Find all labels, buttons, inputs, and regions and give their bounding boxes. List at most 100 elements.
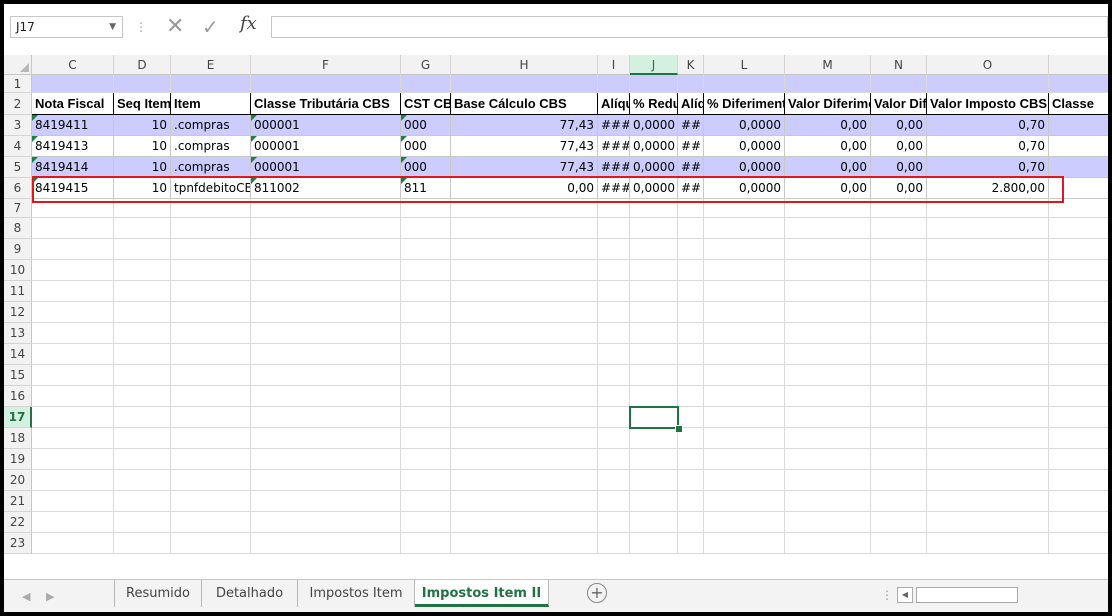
cell[interactable]	[785, 75, 871, 93]
cell[interactable]	[704, 281, 785, 302]
cell[interactable]	[785, 323, 871, 344]
cell[interactable]	[171, 75, 251, 93]
cell[interactable]	[785, 260, 871, 281]
cell[interactable]	[171, 302, 251, 323]
cell[interactable]	[401, 491, 451, 512]
cell[interactable]	[32, 512, 114, 533]
cell[interactable]: 000001	[251, 157, 401, 178]
column-header-f[interactable]: F	[251, 55, 401, 75]
row-header-16[interactable]: 16	[4, 386, 32, 407]
cell[interactable]	[114, 302, 171, 323]
cell[interactable]	[927, 407, 1049, 428]
cell[interactable]	[927, 239, 1049, 260]
add-sheet-icon[interactable]: +	[587, 583, 607, 603]
cell[interactable]	[171, 365, 251, 386]
cell[interactable]	[598, 75, 630, 93]
cell[interactable]	[401, 386, 451, 407]
cell[interactable]: CST CBS	[401, 93, 451, 115]
cell[interactable]	[704, 428, 785, 449]
select-all-corner[interactable]	[4, 55, 32, 75]
row-header-19[interactable]: 19	[4, 449, 32, 470]
cell[interactable]	[114, 344, 171, 365]
cell[interactable]	[171, 386, 251, 407]
cell[interactable]	[171, 218, 251, 239]
cell[interactable]	[451, 239, 598, 260]
cell[interactable]	[401, 239, 451, 260]
row-header-22[interactable]: 22	[4, 512, 32, 533]
row-header-17[interactable]: 17	[4, 407, 32, 428]
cell[interactable]	[871, 428, 927, 449]
cell[interactable]	[871, 281, 927, 302]
row-header-1[interactable]: 1	[4, 75, 32, 93]
cell[interactable]	[1049, 491, 1108, 512]
cell[interactable]	[251, 470, 401, 491]
cell[interactable]	[871, 491, 927, 512]
cell[interactable]	[598, 533, 630, 554]
tab-split-handle-icon[interactable]: ⋮	[881, 588, 893, 602]
cell[interactable]	[251, 323, 401, 344]
cell[interactable]: 0,00	[785, 136, 871, 157]
cell[interactable]	[630, 323, 678, 344]
cell[interactable]: Base Cálculo CBS	[451, 93, 598, 115]
cell[interactable]	[401, 75, 451, 93]
cell[interactable]	[630, 428, 678, 449]
cell[interactable]	[630, 281, 678, 302]
cell[interactable]	[171, 512, 251, 533]
cell[interactable]: Nota Fiscal	[32, 93, 114, 115]
cell[interactable]	[871, 75, 927, 93]
cell[interactable]	[114, 218, 171, 239]
name-box[interactable]: J17 ▼	[10, 16, 123, 38]
cell[interactable]	[927, 470, 1049, 491]
row-header-20[interactable]: 20	[4, 470, 32, 491]
cell[interactable]	[678, 323, 704, 344]
cell[interactable]	[871, 302, 927, 323]
cell[interactable]	[598, 386, 630, 407]
cell[interactable]	[785, 281, 871, 302]
cell[interactable]: 77,43	[451, 136, 598, 157]
cancel-icon[interactable]: ✕	[166, 14, 184, 39]
cell[interactable]	[598, 512, 630, 533]
cell[interactable]	[401, 407, 451, 428]
cell[interactable]	[630, 470, 678, 491]
column-header-e[interactable]: E	[171, 55, 251, 75]
cell[interactable]	[114, 428, 171, 449]
cell[interactable]	[171, 344, 251, 365]
cell[interactable]	[401, 218, 451, 239]
cell[interactable]	[704, 218, 785, 239]
cell[interactable]	[871, 512, 927, 533]
cell[interactable]	[114, 449, 171, 470]
cell[interactable]	[704, 386, 785, 407]
cell[interactable]	[451, 512, 598, 533]
cell[interactable]	[630, 365, 678, 386]
scroll-tabs-left-icon[interactable]: ◀	[22, 590, 30, 603]
cell[interactable]	[704, 75, 785, 93]
cell[interactable]	[114, 281, 171, 302]
cell[interactable]	[401, 512, 451, 533]
cell[interactable]	[630, 239, 678, 260]
sheet-tab-impostos-item-ii[interactable]: Impostos Item II	[415, 580, 549, 607]
cell[interactable]	[871, 386, 927, 407]
cell[interactable]	[598, 344, 630, 365]
cell[interactable]	[630, 449, 678, 470]
drag-handle-icon[interactable]: ⋮	[135, 20, 147, 34]
cell[interactable]	[871, 323, 927, 344]
cell[interactable]	[927, 260, 1049, 281]
cell[interactable]	[927, 512, 1049, 533]
cell[interactable]	[114, 260, 171, 281]
row-header-9[interactable]: 9	[4, 239, 32, 260]
cell[interactable]	[32, 491, 114, 512]
cell[interactable]	[678, 449, 704, 470]
cell[interactable]	[32, 260, 114, 281]
cell[interactable]: % Redução	[630, 93, 678, 115]
column-header-j[interactable]: J	[630, 55, 678, 75]
cell[interactable]: 8419413	[32, 136, 114, 157]
chevron-down-icon[interactable]: ▼	[109, 17, 116, 37]
cell[interactable]	[598, 365, 630, 386]
cell[interactable]: 8419414	[32, 157, 114, 178]
cell[interactable]	[630, 491, 678, 512]
cell[interactable]	[114, 533, 171, 554]
cell[interactable]	[451, 428, 598, 449]
scroll-left-icon[interactable]: ◀	[897, 587, 913, 603]
cell[interactable]	[630, 344, 678, 365]
cell[interactable]	[630, 533, 678, 554]
